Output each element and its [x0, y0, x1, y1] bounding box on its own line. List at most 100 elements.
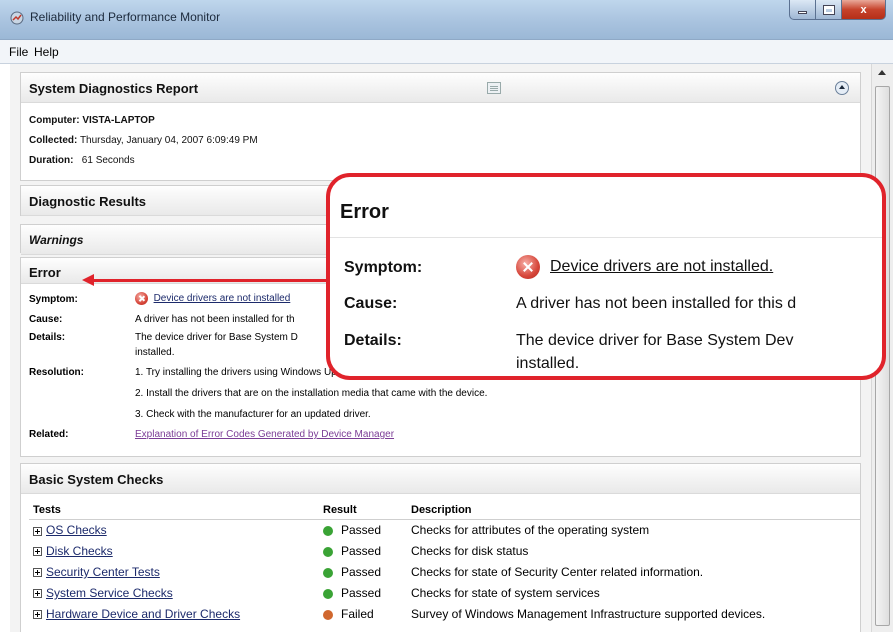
- callout-symptom-link[interactable]: Device drivers are not installed.: [550, 258, 773, 275]
- report-header-section: System Diagnostics Report Computer: VIST…: [20, 72, 861, 181]
- expand-icon[interactable]: [33, 610, 42, 620]
- result-text: Passed: [341, 544, 382, 558]
- callout-details-label: Details:: [344, 332, 402, 349]
- callout-divider: [330, 237, 882, 238]
- test-link[interactable]: Disk Checks: [46, 544, 113, 558]
- resolution-step: 1. Try installing the drivers using Wind…: [135, 367, 359, 378]
- details-value: The device driver for Base System D: [135, 332, 298, 343]
- result-cell: Passed: [319, 541, 407, 562]
- callout-symptom-value: Device drivers are not installed.: [516, 255, 773, 279]
- status-pass-icon: [323, 567, 333, 578]
- minimize-icon: [798, 11, 807, 14]
- window-controls: x: [789, 0, 886, 20]
- basic-checks-section: Basic System Checks Tests Result Descrip…: [20, 463, 861, 632]
- status-pass-icon: [323, 526, 333, 537]
- callout-symptom-label: Symptom:: [344, 259, 423, 276]
- resolution-step: 2. Install the drivers that are on the i…: [135, 388, 488, 399]
- menu-help[interactable]: Help: [34, 45, 59, 59]
- table-row[interactable]: OS Checks Passed Checks for attributes o…: [29, 520, 861, 541]
- test-link[interactable]: System Service Checks: [46, 586, 173, 600]
- result-cell: Passed: [319, 583, 407, 604]
- collected-value: Thursday, January 04, 2007 6:09:49 PM: [79, 135, 258, 146]
- column-header-description: Description: [407, 502, 861, 520]
- related-link[interactable]: Explanation of Error Codes Generated by …: [135, 429, 394, 440]
- close-icon: x: [860, 3, 867, 16]
- callout-error-icon: [516, 255, 540, 279]
- test-cell: OS Checks: [29, 520, 319, 541]
- error-zoom-callout: Error Symptom: Device drivers are not in…: [326, 173, 886, 380]
- result-text: Passed: [341, 586, 382, 600]
- callout-cause-value: A driver has not been installed for this…: [516, 295, 797, 312]
- symptom-value: Device drivers are not installed: [135, 292, 290, 305]
- collected-label: Collected:: [29, 135, 78, 146]
- status-pass-icon: [323, 588, 333, 599]
- status-pass-icon: [323, 546, 333, 557]
- report-view-icon[interactable]: [487, 82, 501, 94]
- related-label: Related:: [29, 429, 69, 440]
- test-cell: System Service Checks: [29, 583, 319, 604]
- maximize-icon: [822, 4, 835, 15]
- table-row[interactable]: System Service Checks Passed Checks for …: [29, 583, 861, 604]
- test-link[interactable]: Security Center Tests: [46, 565, 160, 579]
- minimize-button[interactable]: [789, 0, 816, 20]
- callout-details-value: The device driver for Base System Dev: [516, 332, 794, 349]
- description-cell: Survey of Windows Management Infrastruct…: [411, 607, 766, 621]
- error-icon: [135, 292, 148, 305]
- cause-label: Cause:: [29, 314, 63, 325]
- details-value-line2: installed.: [135, 347, 175, 358]
- test-cell: Disk Checks: [29, 541, 319, 562]
- callout-arrow-head-icon: [82, 274, 94, 286]
- cause-value: A driver has not been installed for th: [135, 314, 295, 325]
- result-text: Passed: [341, 523, 382, 538]
- duration-label: Duration:: [29, 155, 74, 166]
- checks-table: Tests Result Description OS Checks Passe…: [29, 502, 861, 625]
- scroll-up-arrow-icon[interactable]: [878, 70, 886, 75]
- close-button[interactable]: x: [842, 0, 886, 20]
- basic-checks-title: Basic System Checks: [21, 464, 860, 494]
- collapse-up-icon[interactable]: [835, 81, 849, 95]
- duration-row: Duration: 61 Seconds: [29, 155, 135, 166]
- test-link[interactable]: OS Checks: [46, 523, 107, 537]
- expand-icon[interactable]: [33, 547, 42, 557]
- table-row[interactable]: Disk Checks Passed Checks for disk statu…: [29, 541, 861, 562]
- maximize-button[interactable]: [816, 0, 842, 20]
- details-label: Details:: [29, 332, 66, 343]
- computer-label: Computer:: [29, 115, 80, 126]
- table-row[interactable]: Hardware Device and Driver Checks Failed…: [29, 604, 861, 625]
- callout-error-title: Error: [340, 201, 389, 223]
- callout-details-line2: installed.: [516, 355, 580, 372]
- callout-arrow-line: [92, 279, 328, 282]
- window-title: Reliability and Performance Monitor: [30, 10, 221, 24]
- result-cell: Passed: [319, 562, 407, 583]
- expand-icon[interactable]: [33, 568, 42, 578]
- description-cell: Checks for attributes of the operating s…: [411, 523, 650, 538]
- menu-file[interactable]: File: [9, 45, 28, 59]
- computer-value: VISTA-LAPTOP: [82, 115, 155, 126]
- duration-value: 61 Seconds: [81, 155, 135, 166]
- test-cell: Hardware Device and Driver Checks: [29, 604, 319, 625]
- table-row[interactable]: Security Center Tests Passed Checks for …: [29, 562, 861, 583]
- menu-bar: File Help: [0, 40, 893, 64]
- computer-row: Computer: VISTA-LAPTOP: [29, 115, 155, 126]
- result-cell: Passed: [319, 520, 407, 541]
- expand-icon[interactable]: [33, 589, 42, 599]
- column-header-tests: Tests: [29, 502, 319, 520]
- title-bar: Reliability and Performance Monitor x: [0, 0, 893, 40]
- result-text: Passed: [341, 565, 382, 579]
- description-cell: Checks for state of system services: [411, 586, 600, 600]
- test-link[interactable]: Hardware Device and Driver Checks: [46, 607, 240, 621]
- test-cell: Security Center Tests: [29, 562, 319, 583]
- expand-icon[interactable]: [33, 526, 42, 536]
- app-icon: [10, 11, 24, 25]
- status-fail-icon: [323, 609, 333, 620]
- report-title: System Diagnostics Report: [21, 73, 860, 103]
- column-header-result: Result: [319, 502, 407, 520]
- description-cell: Checks for disk status: [411, 544, 529, 558]
- collected-row: Collected: Thursday, January 04, 2007 6:…: [29, 135, 258, 146]
- callout-cause-label: Cause:: [344, 295, 398, 312]
- resolution-step: 3. Check with the manufacturer for an up…: [135, 409, 371, 420]
- symptom-link[interactable]: Device drivers are not installed: [154, 293, 291, 304]
- result-text: Failed: [341, 607, 374, 621]
- checks-header-row: Tests Result Description: [29, 502, 861, 520]
- symptom-label: Symptom:: [29, 294, 78, 305]
